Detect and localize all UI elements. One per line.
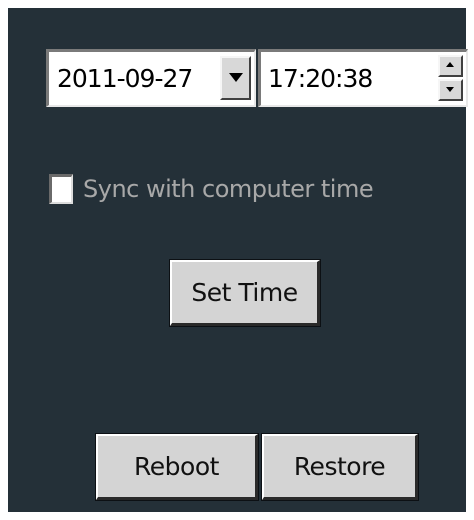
chevron-down-icon [229, 73, 243, 82]
set-time-button[interactable]: Set Time [169, 259, 321, 327]
time-increment-button[interactable] [438, 55, 463, 77]
time-value[interactable]: 17:20:38 [268, 64, 373, 93]
spin-up-arrow-icon [446, 62, 454, 67]
time-picker[interactable]: 17:20:38 [258, 49, 468, 107]
reboot-button[interactable]: Reboot [95, 433, 259, 501]
time-decrement-button[interactable] [438, 79, 463, 101]
sync-checkbox-label: Sync with computer time [83, 175, 374, 203]
sync-checkbox[interactable] [49, 174, 73, 204]
sync-with-computer-row[interactable]: Sync with computer time [49, 173, 374, 205]
spin-down-arrow-icon [446, 87, 454, 92]
date-value[interactable]: 2011-09-27 [57, 64, 193, 93]
time-settings-panel: 2011-09-27 17:20:38 Sync with computer t… [8, 8, 468, 512]
date-dropdown-button[interactable] [220, 56, 251, 100]
restore-button[interactable]: Restore [261, 433, 419, 501]
date-picker[interactable]: 2011-09-27 [46, 49, 256, 107]
